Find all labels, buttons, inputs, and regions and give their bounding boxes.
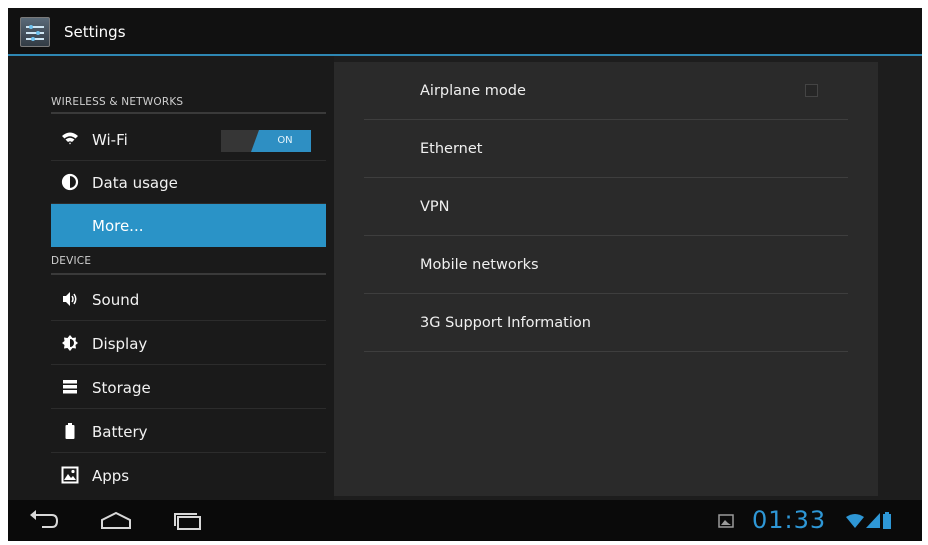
data-usage-icon <box>61 173 79 191</box>
item-divider <box>51 452 326 453</box>
settings-app-icon[interactable] <box>20 17 50 47</box>
slider-knob <box>36 31 40 35</box>
sidebar-item-label: Battery <box>92 423 148 441</box>
airplane-mode-row[interactable]: Airplane mode <box>364 62 848 120</box>
battery-icon <box>65 423 75 439</box>
slider-line <box>26 32 44 34</box>
sidebar-item-apps[interactable]: Apps <box>51 454 326 497</box>
section-divider <box>51 112 326 114</box>
speaker-icon <box>63 292 77 306</box>
section-header-device: DEVICE <box>51 255 92 267</box>
sidebar-item-battery[interactable]: Battery <box>51 410 326 453</box>
toggle-on-label: ON <box>251 130 311 152</box>
brightness-icon <box>62 335 78 351</box>
sidebar-item-wifi[interactable]: Wi-Fi ON <box>51 118 326 161</box>
sidebar-item-storage[interactable]: Storage <box>51 366 326 409</box>
airplane-mode-checkbox[interactable] <box>805 84 818 97</box>
recent-apps-icon[interactable] <box>170 508 206 534</box>
detail-pane: Airplane mode Ethernet VPN Mobile networ… <box>334 62 878 496</box>
sidebar-item-display[interactable]: Display <box>51 322 326 365</box>
sidebar-item-label: Storage <box>92 379 151 397</box>
home-icon[interactable] <box>98 508 134 534</box>
item-divider <box>51 364 326 365</box>
status-time: 01:33 <box>752 506 827 534</box>
sidebar-item-sound[interactable]: Sound <box>51 278 326 321</box>
sidebar-item-label: More... <box>92 217 144 235</box>
sidebar-item-label: Data usage <box>92 174 178 192</box>
vpn-row[interactable]: VPN <box>364 178 848 236</box>
sidebar-item-label: Sound <box>92 291 140 309</box>
sidebar-item-label: Wi-Fi <box>92 131 128 149</box>
section-divider <box>51 273 326 275</box>
cell-signal-icon <box>866 513 880 528</box>
sidebar-item-label: Display <box>92 335 148 353</box>
action-bar: Settings <box>8 8 922 56</box>
row-divider <box>364 351 848 352</box>
wifi-icon <box>62 132 78 145</box>
wifi-toggle[interactable]: ON <box>221 130 311 152</box>
mobile-networks-label: Mobile networks <box>420 257 539 273</box>
back-icon[interactable] <box>26 508 62 534</box>
item-divider <box>51 408 326 409</box>
3g-support-info-row[interactable]: 3G Support Information <box>364 294 848 352</box>
page-title: Settings <box>64 23 126 41</box>
sidebar-item-data-usage[interactable]: Data usage <box>51 161 326 204</box>
storage-icon <box>63 380 77 394</box>
screenshot-notification-icon[interactable] <box>718 514 734 528</box>
sidebar-item-label: Apps <box>92 467 130 485</box>
slider-line <box>26 38 44 40</box>
vpn-label: VPN <box>420 199 450 215</box>
battery-status-icon <box>883 512 891 529</box>
3g-support-info-label: 3G Support Information <box>420 315 591 331</box>
slider-knob <box>29 25 33 29</box>
wifi-signal-icon <box>846 514 864 528</box>
ethernet-row[interactable]: Ethernet <box>364 120 848 178</box>
item-divider <box>51 320 326 321</box>
sidebar-item-more[interactable]: More... <box>51 204 326 247</box>
mobile-networks-row[interactable]: Mobile networks <box>364 236 848 294</box>
tablet-screen: Settings WIRELESS & NETWORKS Wi-Fi ON Da… <box>8 8 922 541</box>
airplane-mode-label: Airplane mode <box>420 83 526 99</box>
settings-sidebar: WIRELESS & NETWORKS Wi-Fi ON Data usage <box>8 56 334 500</box>
section-header-wireless: WIRELESS & NETWORKS <box>51 96 184 108</box>
ethernet-label: Ethernet <box>420 141 483 157</box>
system-bar: 01:33 <box>8 500 922 541</box>
slider-knob <box>31 37 35 41</box>
apps-icon <box>61 466 79 484</box>
